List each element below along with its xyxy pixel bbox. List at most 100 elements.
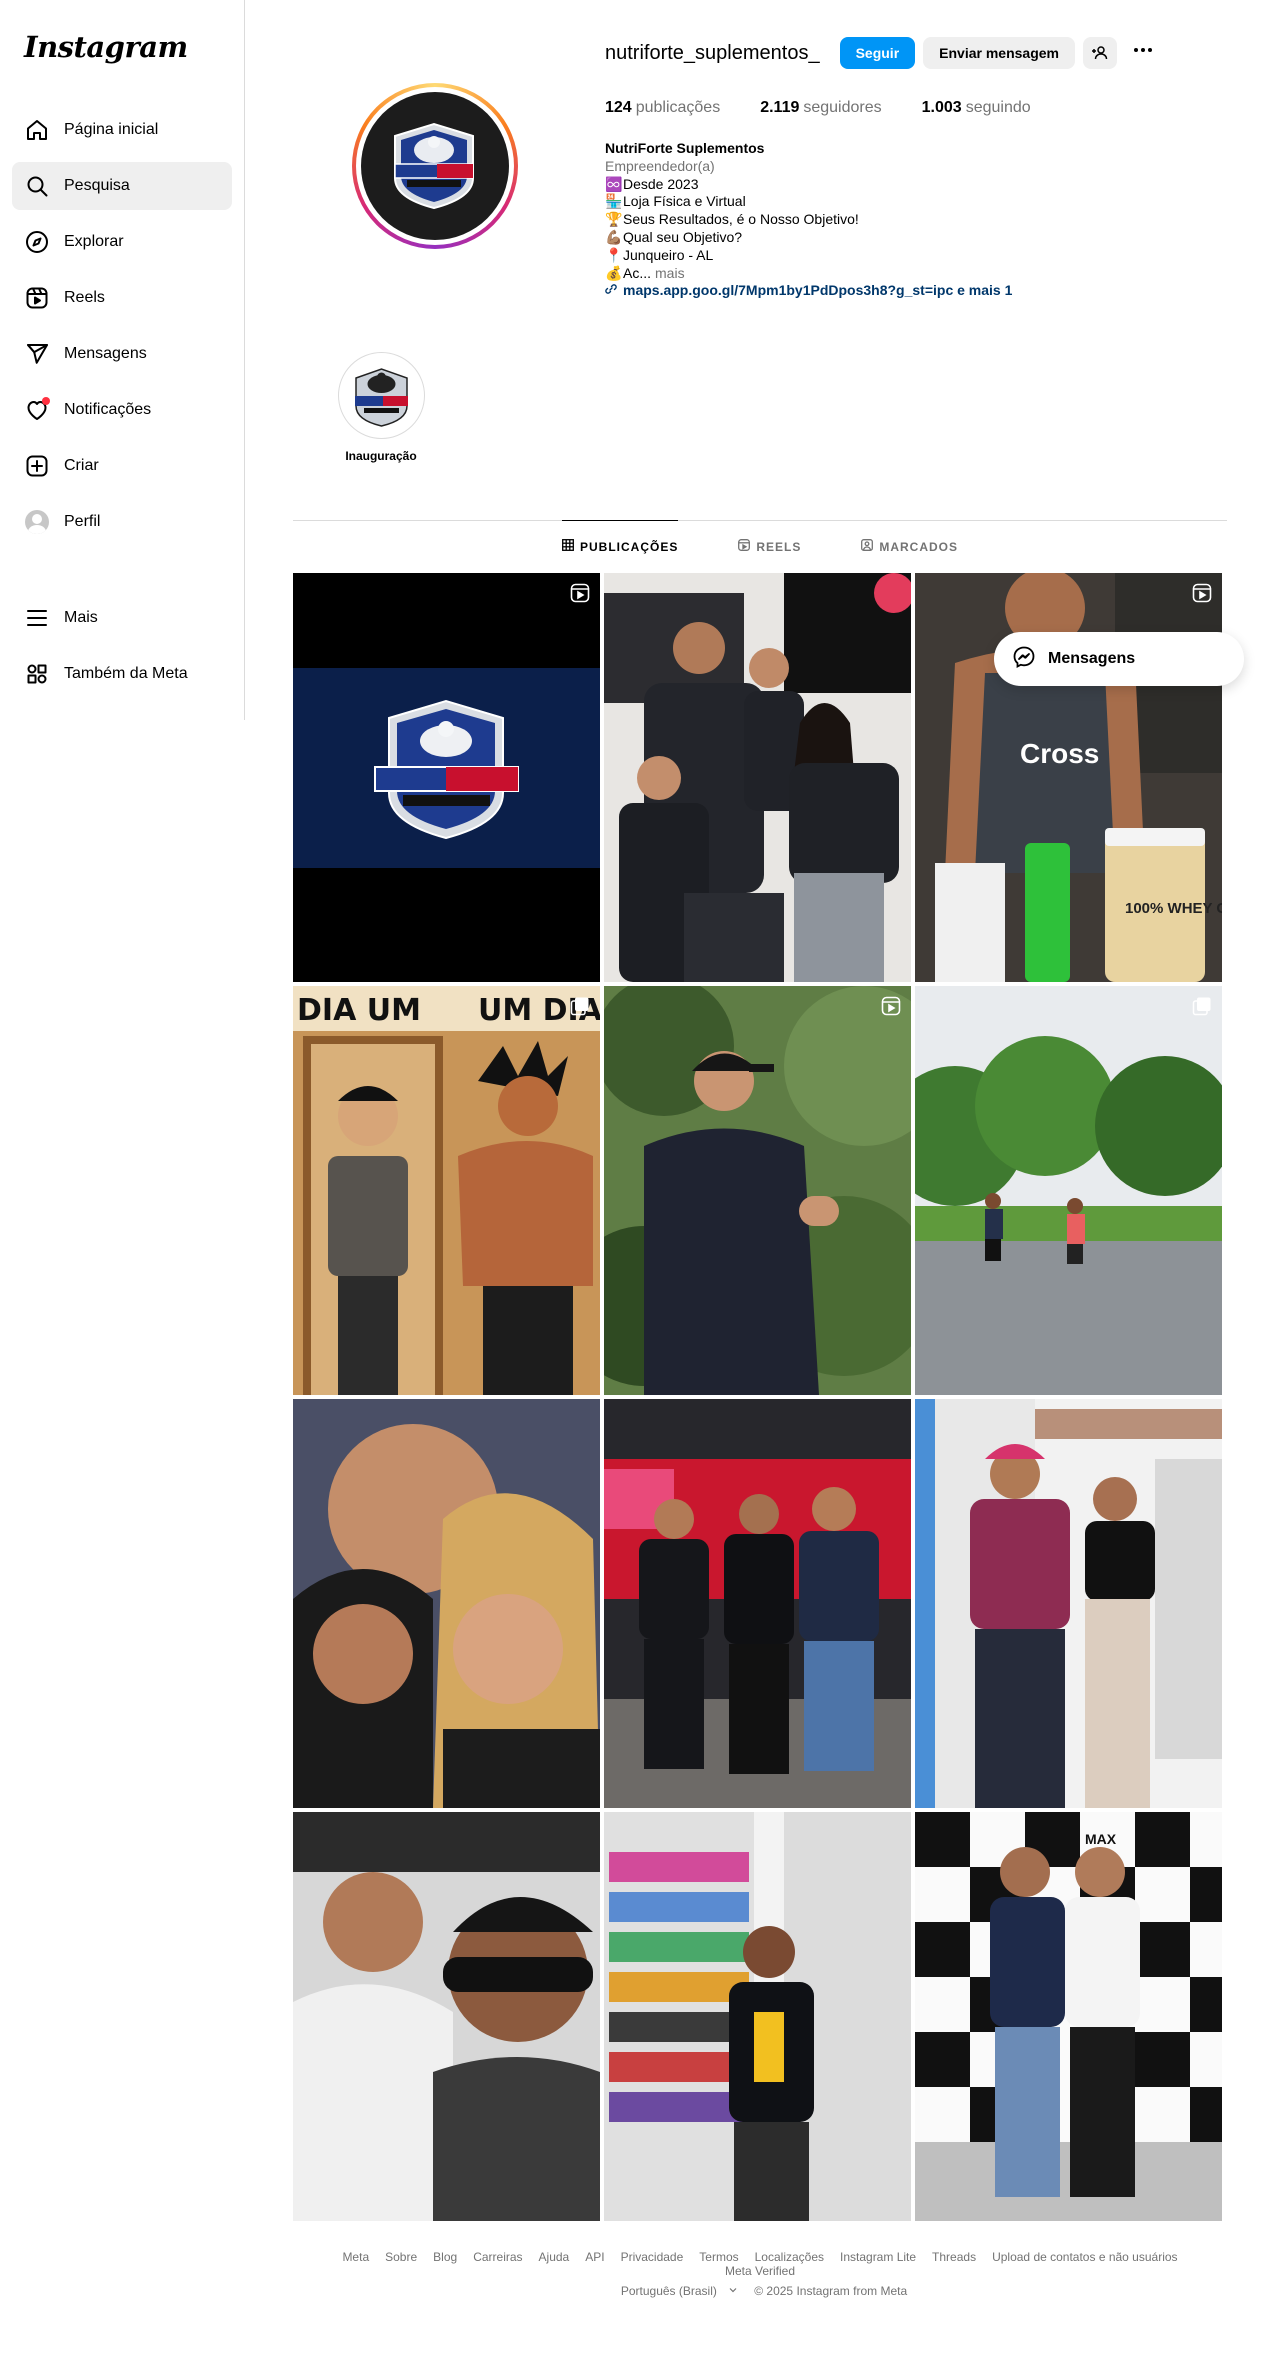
footer-link[interactable]: Sobre: [385, 2250, 417, 2264]
reels-icon: [738, 539, 751, 554]
suggested-users-button[interactable]: [1083, 37, 1117, 69]
footer-link[interactable]: Meta Verified: [725, 2264, 795, 2278]
send-icon: [24, 341, 50, 367]
profile-header-row: nutriforte_suplementos_ Seguir Enviar me…: [605, 36, 1155, 70]
tab-reels[interactable]: REELS: [738, 520, 801, 572]
post-thumbnail[interactable]: [604, 1812, 911, 2221]
sidebar-item-messages[interactable]: Mensagens: [12, 330, 232, 378]
sidebar-item-notifications[interactable]: Notificações: [12, 386, 232, 434]
sidebar-item-create[interactable]: Criar: [12, 442, 232, 490]
sidebar-item-label: Notificações: [64, 401, 152, 418]
messages-floating-button[interactable]: Mensagens: [994, 632, 1244, 686]
post-thumbnail[interactable]: [293, 1399, 600, 1808]
post-overlay-text: DIA UM: [297, 993, 421, 1028]
footer-link[interactable]: Localizações: [755, 2250, 824, 2264]
send-message-button[interactable]: Enviar mensagem: [923, 37, 1075, 69]
post-thumbnail[interactable]: [293, 573, 600, 982]
sidebar-item-meta[interactable]: Também da Meta: [12, 650, 232, 698]
menu-icon: [24, 605, 50, 631]
sidebar-item-label: Perfil: [64, 513, 101, 530]
profile-username: nutriforte_suplementos_: [605, 41, 820, 64]
tab-tagged[interactable]: MARCADOS: [861, 520, 958, 572]
profile-bio: NutriForte Suplementos Empreendedor(a) ♾…: [605, 140, 1125, 300]
sidebar-item-label: Reels: [64, 289, 105, 306]
sidebar-item-reels[interactable]: Reels: [12, 274, 232, 322]
story-highlight[interactable]: Inauguração: [336, 352, 426, 463]
bio-line: 💰 Ac... mais: [605, 264, 685, 283]
chevron-down-icon: [729, 2288, 737, 2293]
sidebar-item-search[interactable]: Pesquisa: [12, 162, 232, 210]
bio-line: ♾️ Desde 2023: [605, 175, 699, 192]
bio-line: 🏆 Seus Resultados, é o Nosso Objetivo!: [605, 211, 859, 228]
instagram-logo[interactable]: Instagram: [12, 30, 232, 66]
post-overlay-text: Cross: [1020, 738, 1099, 769]
sidebar-item-label: Criar: [64, 457, 99, 474]
sidebar-item-label: Explorar: [64, 233, 124, 250]
profile-tabs: PUBLICAÇÕES REELS MARCADOS: [293, 520, 1227, 572]
post-overlay-text: 100% WHEY CRUSH: [1125, 900, 1222, 917]
home-icon: [24, 117, 50, 143]
post-overlay-text: MAX: [1085, 1831, 1117, 1847]
post-thumbnail[interactable]: [604, 1399, 911, 1808]
reel-badge-icon: [1192, 583, 1212, 603]
post-thumbnail[interactable]: DIA UM UM DIA: [293, 986, 600, 1395]
carousel-badge-icon: [1192, 996, 1212, 1016]
following-count[interactable]: 1.003 seguindo: [922, 99, 1031, 117]
post-thumbnail[interactable]: MAX: [915, 1812, 1222, 2221]
avatar: [25, 510, 49, 534]
compass-icon: [24, 229, 50, 255]
footer-link[interactable]: Upload de contatos e não usuários: [992, 2250, 1177, 2264]
meta-apps-icon: [24, 661, 50, 687]
post-thumbnail[interactable]: [604, 986, 911, 1395]
sidebar-item-label: Página inicial: [64, 121, 159, 138]
highlight-label: Inauguração: [345, 449, 417, 463]
profile-avatar: [361, 92, 509, 240]
sidebar-item-profile[interactable]: Perfil: [12, 498, 232, 546]
footer-links: Meta Sobre Blog Carreiras Ajuda API Priv…: [293, 2250, 1227, 2278]
footer-link[interactable]: Blog: [433, 2250, 457, 2264]
footer-link[interactable]: Ajuda: [539, 2250, 570, 2264]
post-thumbnail[interactable]: [293, 1812, 600, 2221]
sidebar-item-home[interactable]: Página inicial: [12, 106, 232, 154]
more-options-icon[interactable]: [1131, 38, 1155, 68]
footer-bottom: Português (Brasil) © 2025 Instagram from…: [293, 2284, 1227, 2298]
footer-link[interactable]: Meta: [342, 2250, 369, 2264]
profile-avatar-ring[interactable]: [352, 83, 518, 249]
footer-link[interactable]: Privacidade: [621, 2250, 684, 2264]
followers-count[interactable]: 2.119 seguidores: [760, 99, 881, 117]
sidebar-item-label: Mais: [64, 609, 98, 626]
footer-link[interactable]: Carreiras: [473, 2250, 522, 2264]
posts-count: 124 publicações: [605, 99, 721, 116]
footer-link[interactable]: API: [585, 2250, 604, 2264]
tab-posts[interactable]: PUBLICAÇÕES: [561, 520, 679, 572]
add-person-icon: [1092, 46, 1108, 60]
heart-icon: [24, 397, 50, 423]
bio-line: 📍 Junqueiro - AL: [605, 246, 714, 263]
notification-dot: [42, 397, 50, 405]
bio-line: 🏪 Loja Física e Virtual: [605, 193, 746, 210]
reels-icon: [24, 285, 50, 311]
profile-stats: 124 publicações 2.119 seguidores 1.003 segu…: [605, 99, 1071, 117]
follow-button[interactable]: Seguir: [839, 37, 916, 69]
language-selector[interactable]: Português (Brasil): [613, 2284, 738, 2298]
sidebar-item-explore[interactable]: Explorar: [12, 218, 232, 266]
tagged-icon: [861, 539, 874, 554]
brand-logo-icon: [394, 122, 474, 210]
highlight-cover: [341, 356, 421, 435]
footer-link[interactable]: Instagram Lite: [840, 2250, 916, 2264]
post-thumbnail[interactable]: [915, 1399, 1222, 1808]
bio-line: 💪🏽 Qual seu Objetivo?: [605, 228, 743, 245]
link-icon: [605, 282, 623, 300]
search-icon: [24, 173, 50, 199]
bio-more-button[interactable]: mais: [655, 265, 685, 283]
sidebar-item-label: Mensagens: [64, 345, 147, 362]
copyright: © 2025 Instagram from Meta: [754, 2284, 908, 2298]
sidebar-item-more[interactable]: Mais: [12, 594, 232, 642]
post-thumbnail[interactable]: [604, 573, 911, 982]
post-thumbnail[interactable]: [915, 986, 1222, 1395]
profile-full-name: NutriForte Suplementos: [605, 140, 765, 156]
bio-link[interactable]: maps.app.goo.gl/7Mpm1by1PdDpos3h8?g_st=i…: [605, 282, 1125, 300]
sidebar: Instagram Página inicial Pesquisa Explor…: [0, 0, 245, 720]
footer-link[interactable]: Threads: [932, 2250, 976, 2264]
footer-link[interactable]: Termos: [699, 2250, 738, 2264]
